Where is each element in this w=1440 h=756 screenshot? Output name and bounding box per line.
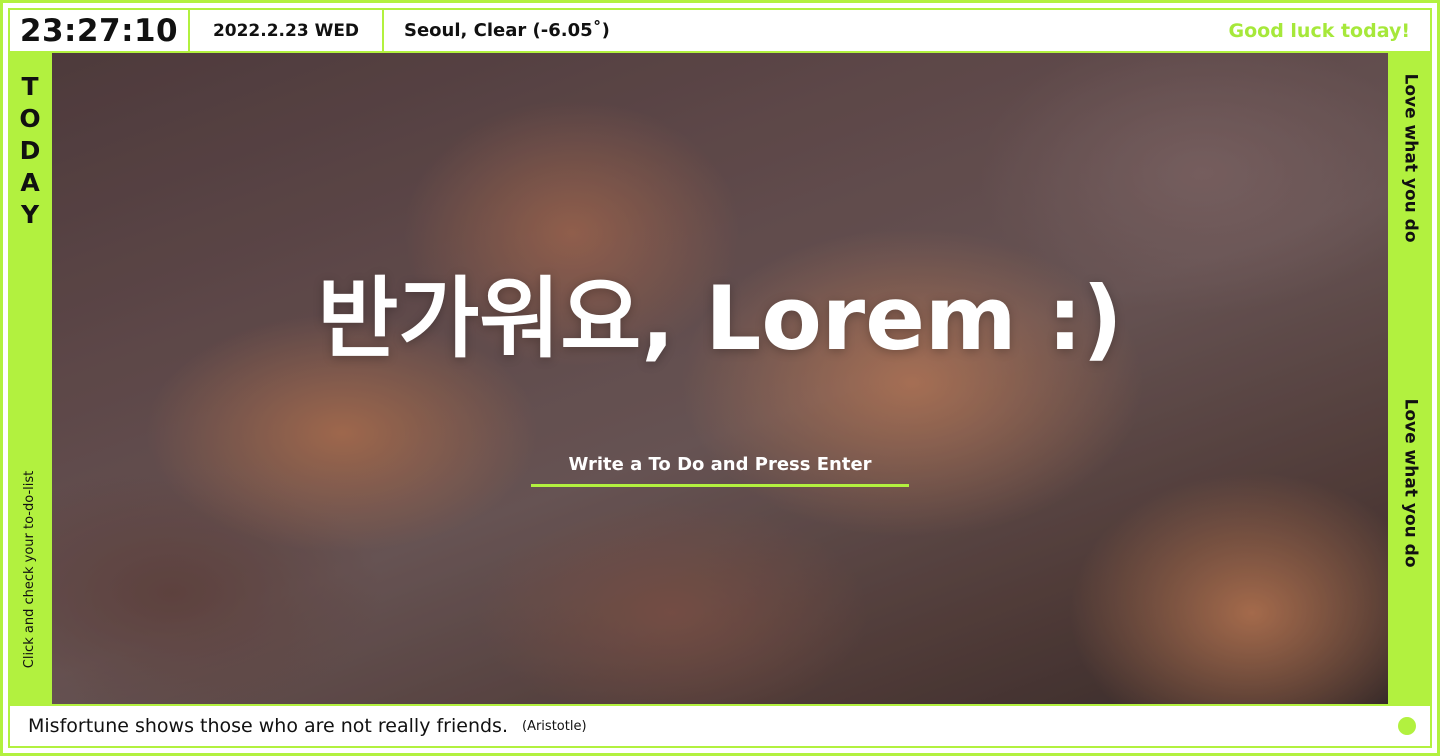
status-dot	[1398, 717, 1416, 735]
todo-side-panel[interactable]: T O D A Y Click and check your to-do-lis…	[8, 53, 52, 704]
weather-display: Seoul, Clear (-6.05˚)	[404, 20, 610, 41]
top-bar: 23:27:10 2022.2.23 WED Seoul, Clear (-6.…	[8, 8, 1432, 53]
slogan-top: Love what you do	[1399, 53, 1421, 263]
slogan-bottom: Love what you do	[1399, 378, 1421, 588]
greeting-text: Good luck today!	[1228, 19, 1411, 42]
quote-author: (Aristotle)	[522, 718, 587, 734]
todo-input[interactable]	[531, 445, 909, 484]
today-label[interactable]: T O D A Y	[8, 71, 52, 231]
slogan-bottom-text: Love what you do	[1400, 398, 1420, 568]
clock: 23:27:10	[10, 10, 190, 51]
todo-hint-text: Click and check your to-do-list	[22, 470, 38, 668]
todo-form	[531, 445, 909, 487]
today-letter: A	[20, 168, 40, 197]
todo-hint: Click and check your to-do-list	[19, 453, 41, 685]
background-overlay	[52, 53, 1388, 704]
quote-text: Misfortune shows those who are not reall…	[28, 715, 508, 737]
background-image: 반가워요, Lorem :)	[52, 53, 1388, 704]
welcome-headline: 반가워요, Lorem :)	[317, 267, 1123, 370]
today-letter: D	[19, 136, 41, 165]
today-letter: T	[21, 72, 39, 101]
date-display: 2022.2.23 WED	[190, 10, 384, 51]
right-side-panel: Love what you do Love what you do	[1388, 53, 1432, 704]
today-letter: O	[19, 104, 41, 133]
quote-bar: Misfortune shows those who are not reall…	[8, 704, 1432, 748]
slogan-top-text: Love what you do	[1400, 73, 1420, 243]
today-letter: Y	[20, 200, 40, 229]
